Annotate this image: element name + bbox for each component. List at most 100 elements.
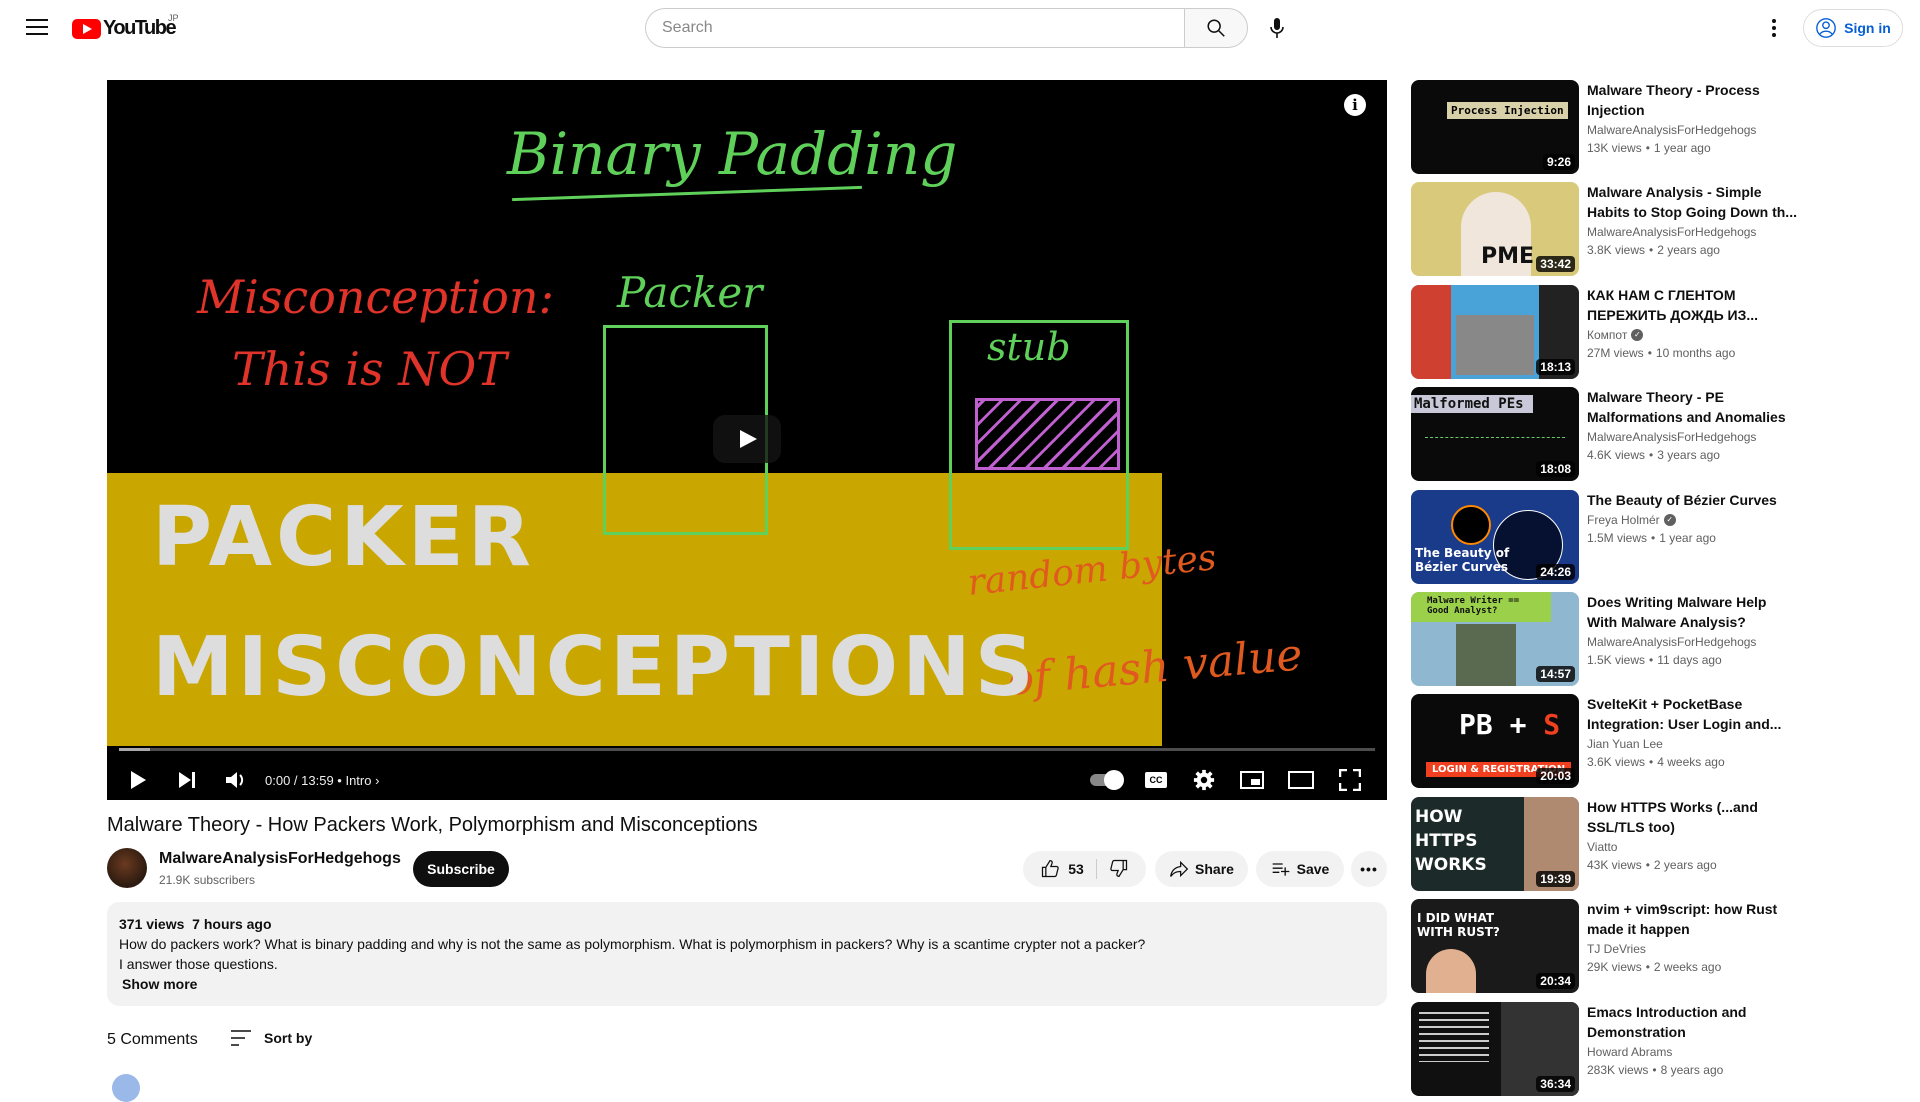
dislike-button[interactable] <box>1097 858 1129 881</box>
upload-age: 2 years ago <box>1653 857 1717 872</box>
video-player[interactable]: Binary Padding Misconception: This is NO… <box>107 80 1387 800</box>
youtube-logo[interactable]: YouTube JP <box>72 13 179 40</box>
microphone-icon[interactable] <box>1264 14 1290 42</box>
play-icon[interactable] <box>129 760 147 800</box>
search-input[interactable]: Search <box>645 8 1185 48</box>
video-thumbnail[interactable]: LOGIN & REGISTRATION PB + S 20:03 <box>1411 694 1579 789</box>
recommendation-item[interactable]: Process Injection 9:26 Malware Theory - P… <box>1411 80 1911 174</box>
share-button[interactable]: Share <box>1155 851 1248 887</box>
top-bar: YouTube JP Search Sign in <box>0 0 1920 68</box>
settings-gear-icon[interactable] <box>1193 760 1215 800</box>
channel-name[interactable]: Viatto <box>1587 840 1617 854</box>
settings-menu-icon[interactable] <box>1764 16 1784 40</box>
thumbs-up-icon <box>1042 860 1059 878</box>
recommendation-title[interactable]: Malware Theory - PE Malformations and An… <box>1587 387 1797 427</box>
show-more-button[interactable]: Show more <box>119 974 1375 994</box>
recommendation-title[interactable]: How HTTPS Works (...and SSL/TLS too) <box>1587 797 1797 837</box>
menu-icon[interactable] <box>26 18 48 36</box>
overlay-text: This is NOT <box>232 342 507 396</box>
more-icon: ••• <box>1360 861 1378 877</box>
view-count: 13K views <box>1587 141 1642 155</box>
overlay-text: Packer <box>617 268 763 317</box>
recommendation-title[interactable]: SvelteKit + PocketBase Integration: User… <box>1587 694 1797 734</box>
upload-age: 7 hours ago <box>192 916 272 932</box>
recommendation-title[interactable]: nvim + vim9script: how Rust made it happ… <box>1587 899 1797 939</box>
upload-age: 4 weeks ago <box>1657 755 1725 770</box>
view-count: 29K views <box>1587 960 1642 975</box>
channel-name[interactable]: Jian Yuan Lee <box>1587 737 1663 751</box>
duration-badge: 33:42 <box>1536 256 1575 273</box>
channel-name[interactable]: Freya Holmér <box>1587 513 1660 527</box>
volume-icon[interactable] <box>225 760 247 800</box>
video-thumbnail[interactable]: Process Injection 9:26 <box>1411 80 1579 174</box>
view-count: 1.5K views <box>1587 653 1646 667</box>
description-box[interactable]: 371 views 7 hours ago How do packers wor… <box>107 902 1387 1006</box>
thumbs-down-icon <box>1110 859 1127 877</box>
sort-by-button[interactable]: Sort by <box>230 1029 312 1047</box>
theater-mode-icon[interactable] <box>1288 760 1314 800</box>
recommendation-item[interactable]: Malformed PEs 18:08 Malware Theory - PE M… <box>1411 387 1911 482</box>
account-icon <box>1816 18 1837 38</box>
channel-name[interactable]: MalwareAnalysisForHedgehogs <box>1587 635 1756 649</box>
recommendation-item[interactable]: HOW HTTPS WORKS 19:39 How HTTPS Works (..… <box>1411 796 1911 891</box>
video-thumbnail[interactable]: 18:13 <box>1411 284 1579 379</box>
view-count: 3.8K views <box>1587 243 1646 258</box>
video-thumbnail[interactable]: 36:34 <box>1411 1001 1579 1096</box>
miniplayer-icon[interactable] <box>1240 760 1264 800</box>
recommendation-title[interactable]: The Beauty of Bézier Curves <box>1587 490 1797 510</box>
view-count: 27M views <box>1587 345 1644 360</box>
like-button[interactable]: 53 <box>1040 859 1097 879</box>
info-icon[interactable]: i <box>1344 94 1366 116</box>
recommendation-item[interactable]: I DID WHAT WITH RUST? 20:34 nvim + vim9sc… <box>1411 899 1911 994</box>
channel-avatar[interactable] <box>107 848 147 888</box>
sign-in-button[interactable]: Sign in <box>1803 9 1903 47</box>
video-title: Malware Theory - How Packers Work, Polym… <box>107 814 758 836</box>
channel-name[interactable]: MalwareAnalysisForHedgehogs <box>1587 123 1756 137</box>
video-thumbnail[interactable]: The Beauty of Bézier Curves 24:26 <box>1411 489 1579 584</box>
duration-badge: 24:26 <box>1536 563 1575 580</box>
video-thumbnail[interactable]: PME 33:42 <box>1411 182 1579 277</box>
video-thumbnail[interactable]: HOW HTTPS WORKS 19:39 <box>1411 796 1579 891</box>
verified-icon: ✓ <box>1631 328 1644 341</box>
progress-bar[interactable] <box>119 748 1375 751</box>
recommendation-title[interactable]: Emacs Introduction and Demonstration <box>1587 1002 1797 1042</box>
recommendation-title[interactable]: Malware Analysis - Simple Habits to Stop… <box>1587 182 1797 222</box>
overlay-text: stub <box>987 325 1071 369</box>
recommendation-title[interactable]: Malware Theory - Process Injection <box>1587 80 1797 120</box>
channel-name[interactable]: MalwareAnalysisForHedgehogs <box>159 850 401 868</box>
recommendation-title[interactable]: Does Writing Malware Help With Malware A… <box>1587 592 1797 632</box>
save-button[interactable]: Save <box>1256 851 1344 887</box>
recommendation-title[interactable]: КАК НАМ С ГЛЕНТОМ ПЕРЕЖИТЬ ДОЖДЬ ИЗ... <box>1587 285 1797 325</box>
fullscreen-icon[interactable] <box>1339 760 1361 800</box>
upload-age: 1 year ago <box>1659 530 1716 545</box>
channel-name[interactable]: MalwareAnalysisForHedgehogs <box>1587 430 1756 444</box>
recommendation-item[interactable]: 36:34 Emacs Introduction and Demonstrati… <box>1411 1001 1911 1096</box>
more-actions-button[interactable]: ••• <box>1351 851 1387 887</box>
upload-age: 1 year ago <box>1653 141 1711 155</box>
like-dislike-group: 53 <box>1023 851 1146 887</box>
chapter-button[interactable]: Intro <box>345 773 371 788</box>
play-overlay-button[interactable] <box>713 415 781 463</box>
recommendation-item[interactable]: 18:13 КАК НАМ С ГЛЕНТОМ ПЕРЕЖИТЬ ДОЖДЬ И… <box>1411 284 1911 379</box>
search-button[interactable] <box>1184 8 1248 48</box>
video-thumbnail[interactable]: I DID WHAT WITH RUST? 20:34 <box>1411 899 1579 994</box>
next-icon[interactable] <box>177 760 197 800</box>
recommendation-item[interactable]: LOGIN & REGISTRATION PB + S 20:03 SvelteKi… <box>1411 694 1911 789</box>
channel-name[interactable]: TJ DeVries <box>1587 942 1646 956</box>
autoplay-toggle[interactable] <box>1090 760 1124 800</box>
upload-age: 10 months ago <box>1655 345 1736 360</box>
recommendation-item[interactable]: PME 33:42 Malware Analysis - Simple Habit… <box>1411 182 1911 277</box>
channel-name[interactable]: MalwareAnalysisForHedgehogs <box>1587 225 1756 239</box>
playlist-add-icon <box>1272 863 1289 876</box>
upload-age: 11 days ago <box>1657 653 1722 667</box>
recommendation-item[interactable]: Malware Writer == Good Analyst? 14:57 Doe… <box>1411 592 1911 686</box>
channel-name[interactable]: Компот <box>1587 328 1627 342</box>
recommendation-item[interactable]: The Beauty of Bézier Curves 24:26 The Bea… <box>1411 489 1911 584</box>
duration-badge: 14:57 <box>1536 666 1575 682</box>
video-thumbnail[interactable]: Malware Writer == Good Analyst? 14:57 <box>1411 592 1579 686</box>
subscribe-button[interactable]: Subscribe <box>413 851 509 887</box>
channel-name[interactable]: Howard Abrams <box>1587 1045 1672 1059</box>
video-thumbnail[interactable]: Malformed PEs 18:08 <box>1411 387 1579 482</box>
captions-icon[interactable]: CC <box>1145 760 1167 800</box>
play-logo-icon <box>72 18 101 39</box>
